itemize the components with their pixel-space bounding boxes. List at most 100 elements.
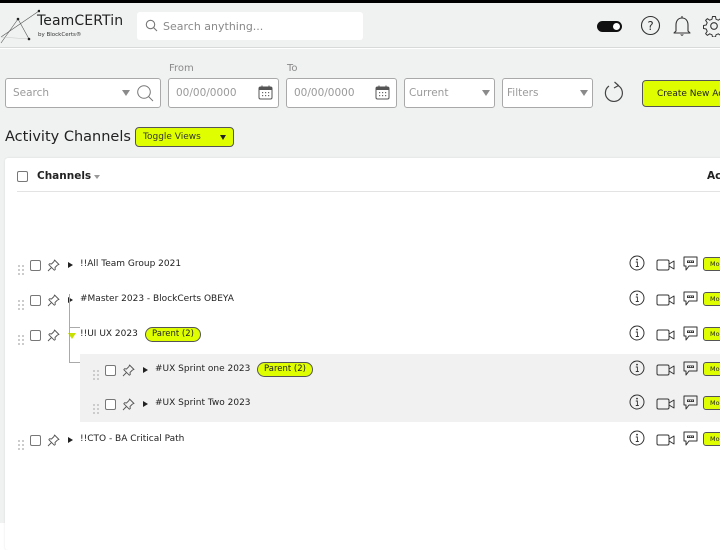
row-checkbox[interactable] — [30, 295, 41, 306]
pin-icon[interactable] — [47, 257, 60, 276]
select-all-checkbox[interactable] — [17, 171, 28, 182]
drag-handle-icon[interactable] — [93, 399, 99, 414]
refresh-icon[interactable] — [603, 80, 627, 106]
chat-icon[interactable] — [682, 290, 699, 311]
more-button[interactable]: More — [703, 396, 720, 410]
chat-icon[interactable] — [682, 255, 699, 276]
row-checkbox[interactable] — [30, 330, 41, 341]
app-name: TeamCERTin — [37, 13, 124, 29]
toggle-views-dropdown[interactable]: Toggle Views — [135, 127, 234, 147]
channel-name[interactable]: #UX Sprint Two 2023 — [155, 398, 251, 408]
app-logo[interactable]: TeamCERTin by BlockCerts® — [0, 5, 130, 45]
chat-icon[interactable] — [682, 325, 699, 346]
tree-connector-line — [69, 362, 80, 363]
pin-icon[interactable] — [47, 327, 60, 346]
gear-icon[interactable] — [703, 15, 720, 37]
chat-icon[interactable] — [682, 394, 699, 415]
more-button[interactable]: More — [703, 257, 720, 271]
global-search-input[interactable] — [163, 12, 359, 40]
pin-icon[interactable] — [122, 362, 135, 381]
filters-select[interactable]: Filters — [502, 78, 593, 108]
table-row[interactable]: #Master 2023 - BlockCerts OBEYA More — [5, 284, 720, 318]
row-checkbox[interactable] — [30, 435, 41, 446]
table-row[interactable]: !!All Team Group 2021 More — [5, 249, 720, 283]
search-dropdown-caret-icon[interactable] — [122, 90, 130, 96]
channel-name[interactable]: !!CTO - BA Critical Path — [80, 434, 184, 444]
info-icon[interactable] — [629, 360, 645, 380]
channel-name[interactable]: #UX Sprint one 2023 — [155, 364, 250, 374]
video-call-icon[interactable] — [656, 432, 676, 451]
expand-caret-icon[interactable] — [143, 367, 148, 373]
drag-handle-icon[interactable] — [18, 330, 24, 345]
page-title: Activity Channels — [5, 129, 131, 145]
theme-toggle[interactable] — [597, 21, 622, 32]
chat-icon[interactable] — [682, 430, 699, 451]
pin-icon[interactable] — [47, 432, 60, 451]
create-new-activity-button[interactable]: Create New Ac — [642, 80, 720, 107]
column-header-actions: Ac — [707, 170, 720, 182]
pin-icon[interactable] — [47, 292, 60, 311]
info-icon[interactable] — [629, 394, 645, 414]
column-header-channels[interactable]: Channels — [37, 170, 91, 182]
help-icon[interactable]: ? — [640, 15, 661, 36]
expand-caret-icon[interactable] — [68, 437, 73, 443]
drag-handle-icon[interactable] — [18, 435, 24, 450]
info-icon[interactable] — [629, 255, 645, 275]
sort-caret-icon[interactable] — [94, 175, 100, 179]
info-icon[interactable] — [629, 290, 645, 310]
filters-select-value: Filters — [507, 87, 539, 99]
calendar-icon[interactable] — [375, 85, 390, 100]
bell-icon[interactable] — [672, 15, 692, 37]
more-button[interactable]: More — [703, 327, 720, 341]
video-call-icon[interactable] — [656, 292, 676, 311]
video-call-icon[interactable] — [656, 362, 676, 381]
info-icon[interactable] — [629, 430, 645, 450]
parent-badge[interactable]: Parent (2) — [145, 327, 201, 342]
more-button[interactable]: More — [703, 432, 720, 446]
row-actions: More — [629, 394, 720, 416]
from-date-field[interactable]: 00/00/0000 — [168, 78, 279, 108]
video-call-icon[interactable] — [656, 257, 676, 276]
table-row[interactable]: !!UI UX 2023 Parent (2) More — [5, 319, 720, 353]
chat-icon[interactable] — [682, 360, 699, 381]
channels-table: Channels Ac !!All Team Group 2021More#Ma… — [5, 158, 720, 550]
row-checkbox[interactable] — [30, 260, 41, 271]
child-table-row[interactable]: #UX Sprint Two 2023 More — [80, 388, 720, 422]
drag-handle-icon[interactable] — [93, 365, 99, 380]
row-checkbox[interactable] — [105, 399, 116, 410]
app-header: TeamCERTin by BlockCerts® ? — [0, 3, 720, 48]
expand-caret-icon[interactable] — [143, 401, 148, 407]
global-search[interactable] — [137, 12, 363, 40]
channel-name[interactable]: #Master 2023 - BlockCerts OBEYA — [80, 294, 234, 304]
calendar-icon[interactable] — [258, 85, 273, 100]
expand-caret-icon[interactable] — [68, 262, 73, 268]
channel-search-field[interactable]: Search — [5, 78, 161, 108]
pin-icon[interactable] — [122, 396, 135, 415]
video-call-icon[interactable] — [656, 396, 676, 415]
row-actions: More — [629, 290, 720, 312]
toggle-views-label: Toggle Views — [143, 132, 201, 142]
info-icon[interactable] — [629, 325, 645, 345]
to-date-field[interactable]: 00/00/0000 — [286, 78, 397, 108]
status-select[interactable]: Current — [404, 78, 495, 108]
table-row[interactable]: !!CTO - BA Critical Path More — [5, 424, 720, 458]
drag-handle-icon[interactable] — [18, 260, 24, 275]
video-call-icon[interactable] — [656, 327, 676, 346]
row-checkbox[interactable] — [105, 365, 116, 376]
chevron-down-icon — [482, 90, 490, 96]
parent-badge[interactable]: Parent (2) — [257, 362, 313, 377]
search-icon[interactable] — [136, 84, 154, 102]
channel-name[interactable]: !!All Team Group 2021 — [80, 259, 181, 269]
app-subtitle: by BlockCerts® — [38, 32, 82, 38]
drag-handle-icon[interactable] — [18, 295, 24, 310]
status-select-value: Current — [409, 87, 449, 99]
more-button[interactable]: More — [703, 292, 720, 306]
main-content: From To Search 00/00/0000 00/00/0000 Cur… — [0, 49, 720, 550]
to-label: To — [287, 63, 298, 74]
channel-name[interactable]: !!UI UX 2023 — [80, 329, 138, 339]
logo-constellation-icon — [0, 9, 40, 44]
child-table-row[interactable]: #UX Sprint one 2023 Parent (2) More — [80, 354, 720, 388]
toggle-knob — [613, 23, 620, 30]
more-button[interactable]: More — [703, 362, 720, 376]
row-actions: More — [629, 325, 720, 347]
